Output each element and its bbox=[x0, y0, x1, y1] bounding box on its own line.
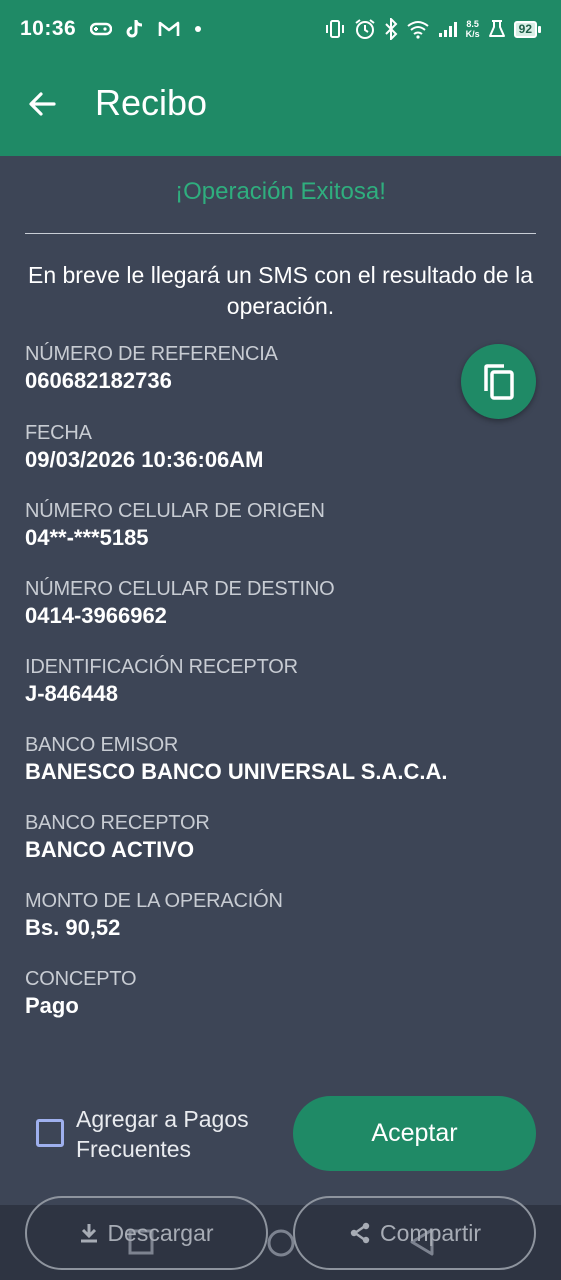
speed-unit: K/s bbox=[465, 29, 480, 39]
page-title: Recibo bbox=[95, 82, 208, 123]
download-icon bbox=[81, 1224, 98, 1243]
field-label: BANCO EMISOR bbox=[25, 734, 179, 756]
tiktok-icon bbox=[126, 20, 143, 38]
wifi-icon bbox=[407, 21, 429, 39]
download-button-label: Descargar bbox=[107, 1219, 214, 1246]
speed-value: 8.5 bbox=[466, 19, 479, 29]
copy-icon bbox=[483, 363, 514, 400]
field-value: BANESCO BANCO UNIVERSAL S.A.C.A. bbox=[25, 759, 448, 784]
download-button[interactable]: Descargar bbox=[25, 1196, 268, 1270]
field-date: FECHA 09/03/2026 10:36:06AM bbox=[25, 420, 264, 474]
share-icon bbox=[350, 1222, 370, 1244]
divider bbox=[25, 233, 536, 234]
field-label: NÚMERO CELULAR DE ORIGEN bbox=[25, 500, 325, 522]
copy-button[interactable] bbox=[461, 344, 536, 419]
accept-button-label: Aceptar bbox=[371, 1119, 458, 1147]
home-nav-icon[interactable] bbox=[266, 1228, 296, 1258]
success-message: ¡Operación Exitosa! bbox=[175, 178, 386, 205]
alarm-icon bbox=[355, 19, 375, 39]
field-value: Pago bbox=[25, 993, 79, 1018]
gamepad-icon bbox=[90, 22, 113, 36]
field-amount: MONTO DE LA OPERACIÓN Bs. 90,52 bbox=[25, 888, 283, 942]
field-destination-phone: NÚMERO CELULAR DE DESTINO 0414-3966962 bbox=[25, 576, 335, 630]
share-button-label: Compartir bbox=[380, 1219, 481, 1246]
accept-button[interactable]: Aceptar bbox=[293, 1096, 536, 1171]
field-label: NÚMERO DE REFERENCIA bbox=[25, 343, 278, 365]
arrow-left-icon[interactable] bbox=[26, 88, 58, 120]
field-label: FECHA bbox=[25, 422, 92, 444]
field-value: 0414-3966962 bbox=[25, 603, 167, 628]
gmail-icon bbox=[158, 21, 180, 36]
battery-level: 92 bbox=[513, 20, 537, 38]
network-speed: 8.5 K/s bbox=[466, 19, 480, 39]
status-time: 10:36 bbox=[20, 17, 77, 40]
field-value: 04**-***5185 bbox=[25, 525, 149, 550]
bluetooth-icon bbox=[384, 18, 398, 40]
field-receiving-bank: BANCO RECEPTOR BANCO ACTIVO bbox=[25, 810, 210, 864]
field-label: BANCO RECEPTOR bbox=[25, 812, 210, 834]
field-origin-phone: NÚMERO CELULAR DE ORIGEN 04**-***5185 bbox=[25, 498, 325, 552]
flask-icon bbox=[488, 20, 505, 37]
field-label: MONTO DE LA OPERACIÓN bbox=[25, 890, 283, 912]
field-value: Bs. 90,52 bbox=[25, 915, 121, 940]
frequent-payments-checkbox[interactable] bbox=[36, 1119, 64, 1147]
field-label: IDENTIFICACIÓN RECEPTOR bbox=[25, 656, 298, 678]
battery-icon: 92 bbox=[513, 20, 541, 38]
field-label: CONCEPTO bbox=[25, 968, 137, 990]
frequent-payments-row[interactable]: Agregar a Pagos Frecuentes bbox=[36, 1104, 276, 1164]
vibrate-icon bbox=[325, 20, 344, 38]
field-label: NÚMERO CELULAR DE DESTINO bbox=[25, 578, 335, 600]
field-receiver-id: IDENTIFICACIÓN RECEPTOR J-846448 bbox=[25, 654, 298, 708]
status-bar: 10:36 8.5 K/s 92 bbox=[0, 0, 561, 58]
field-value: 060682182736 bbox=[25, 368, 172, 393]
frequent-payments-label[interactable]: Agregar a Pagos Frecuentes bbox=[76, 1104, 276, 1164]
sms-info-text: En breve le llegará un SMS con el result… bbox=[27, 262, 534, 319]
status-system-icons: 8.5 K/s 92 bbox=[324, 18, 541, 40]
dot-icon bbox=[195, 26, 202, 32]
field-issuing-bank: BANCO EMISOR BANESCO BANCO UNIVERSAL S.A… bbox=[25, 732, 448, 786]
field-value: BANCO ACTIVO bbox=[25, 837, 195, 862]
field-value: J-846448 bbox=[25, 681, 118, 706]
signal-icon bbox=[438, 22, 457, 37]
share-button[interactable]: Compartir bbox=[293, 1196, 536, 1270]
field-concept: CONCEPTO Pago bbox=[25, 966, 137, 1020]
field-reference: NÚMERO DE REFERENCIA 060682182736 bbox=[25, 341, 278, 395]
status-notification-icons bbox=[90, 19, 202, 39]
app-bar: Recibo bbox=[0, 58, 561, 156]
field-value: 09/03/2026 10:36:06AM bbox=[25, 447, 264, 472]
